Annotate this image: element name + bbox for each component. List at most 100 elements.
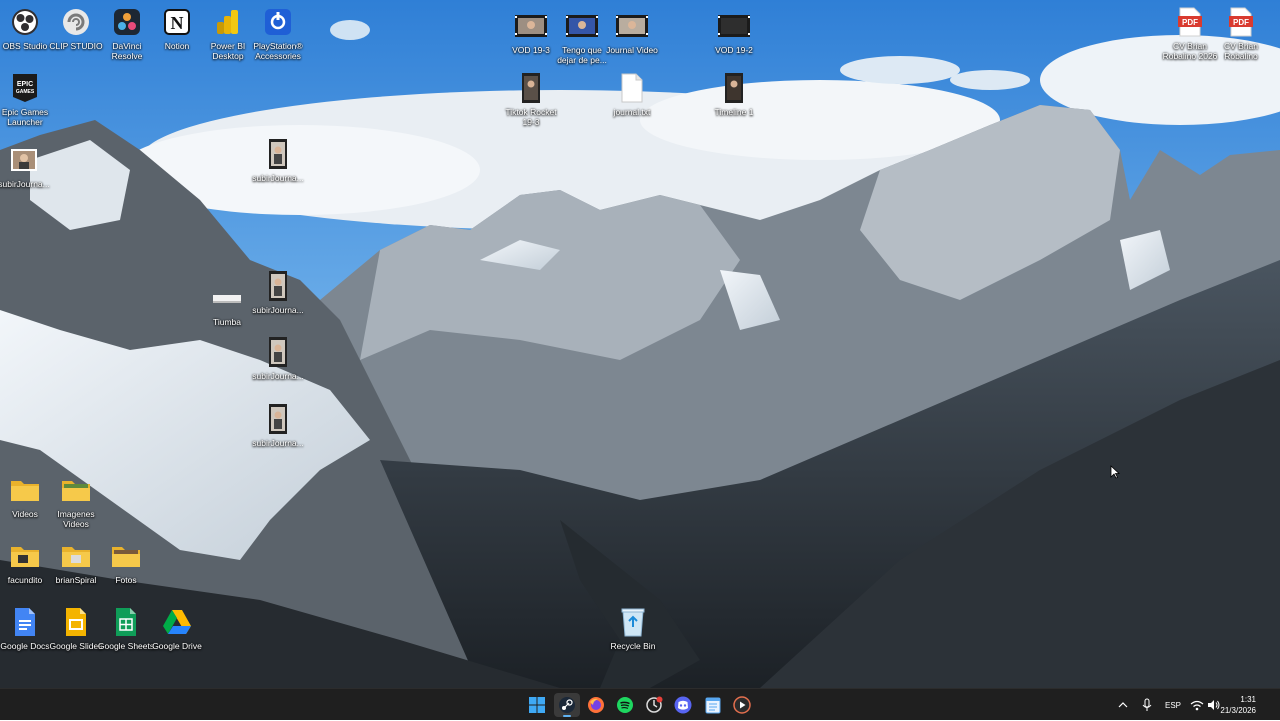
windows-start-icon[interactable] — [524, 693, 550, 717]
davinci-icon — [111, 6, 143, 38]
desktop-icon-label: Tiktok Rocket 19-3 — [505, 107, 557, 127]
desktop-icon-google-docs[interactable]: Google Docs — [0, 606, 51, 651]
system-clock[interactable]: 1:31 21/3/2026 — [1220, 694, 1256, 716]
video-file-icon — [515, 10, 547, 42]
desktop-icon-epic-games[interactable]: EPIC GAMES Epic Games Launcher — [0, 72, 51, 127]
desktop-icon-obs-studio[interactable]: OBS Studio — [0, 6, 51, 51]
firefox-icon[interactable] — [583, 693, 609, 717]
obs-icon — [9, 6, 41, 38]
desktop-icon-label: Fotos — [115, 575, 137, 585]
notion-icon: N — [161, 6, 193, 38]
svg-text:PDF: PDF — [1182, 18, 1198, 27]
video-file-icon — [718, 10, 750, 42]
desktop-icon-label: Epic Games Launcher — [1, 107, 49, 127]
pdf-icon: PDF — [1225, 6, 1257, 38]
svg-text:PDF: PDF — [1233, 18, 1249, 27]
desktop-icon-tiumba[interactable]: Tiumba — [201, 282, 253, 327]
desktop-icon-timeline-1[interactable]: Timeline 1 — [708, 72, 760, 117]
recycle-bin-icon — [617, 606, 649, 638]
desktop-icon-label: VOD 19-2 — [715, 45, 753, 55]
google-docs-icon — [9, 606, 41, 638]
desktop-icon-label: Recycle Bin — [610, 641, 656, 651]
desktop-icon-label: subirJourna... — [252, 305, 304, 315]
clip-studio-icon — [60, 6, 92, 38]
update-app-icon[interactable] — [641, 693, 667, 717]
clock-time: 1:31 — [1240, 695, 1256, 704]
desktop-icon-power-bi[interactable]: Power BI Desktop — [202, 6, 254, 61]
desktop-icon-subirjournal-image[interactable]: subirJourna... — [0, 144, 50, 189]
desktop-icon-videos-folder[interactable]: Videos — [0, 474, 51, 519]
video-file-icon — [566, 10, 598, 42]
desktop-icon-journal-video[interactable]: Journal Video — [606, 10, 658, 55]
image-file-icon — [211, 282, 243, 314]
taskbar: ESP 1:31 21/3/2026 — [0, 688, 1280, 720]
desktop-icon-journal-txt[interactable]: journal.txt — [606, 72, 658, 117]
desktop-icon-notion[interactable]: N Notion — [151, 6, 203, 51]
text-file-icon — [616, 72, 648, 104]
desktop: OBS Studio CLIP STUDIO DaVinci Resolve N… — [0, 0, 1280, 688]
spotify-icon[interactable] — [612, 693, 638, 717]
desktop-icon-label: Google Drive — [152, 641, 202, 651]
desktop-icon-brianspiral-folder[interactable]: brianSpiral — [50, 540, 102, 585]
desktop-icon-vod-19-3[interactable]: VOD 19-3 — [505, 10, 557, 55]
mouse-cursor-icon — [1110, 465, 1120, 479]
microphone-icon[interactable] — [1142, 689, 1152, 721]
google-slides-icon — [60, 606, 92, 638]
wifi-icon[interactable] — [1190, 689, 1204, 721]
video-file-icon — [262, 403, 294, 435]
desktop-icon-tengo-que-dejar[interactable]: Tengo que dejar de pe... — [556, 10, 608, 65]
video-file-icon — [515, 72, 547, 104]
steam-icon[interactable] — [554, 693, 580, 717]
folder-icon — [60, 474, 92, 506]
discord-icon[interactable] — [670, 693, 696, 717]
desktop-icon-label: journal.txt — [613, 107, 651, 117]
desktop-icon-subirjournal-video-2[interactable]: subirJourna... — [252, 270, 304, 315]
desktop-icon-label: PlayStation® Accessories — [253, 41, 303, 61]
desktop-icon-recycle-bin[interactable]: Recycle Bin — [607, 606, 659, 651]
desktop-icon-label: Tiumba — [212, 317, 242, 327]
desktop-icon-cv-brian[interactable]: PDF CV Brian Robalino — [1215, 6, 1267, 61]
show-hidden-icons-chevron-icon[interactable] — [1118, 689, 1128, 721]
desktop-icon-google-drive[interactable]: Google Drive — [151, 606, 203, 651]
desktop-icon-tiktok-rocket[interactable]: Tiktok Rocket 19-3 — [505, 72, 557, 127]
language-indicator[interactable]: ESP — [1165, 689, 1181, 721]
epic-icon: EPIC GAMES — [9, 72, 41, 104]
video-file-icon — [616, 10, 648, 42]
video-file-icon — [262, 336, 294, 368]
notepad-icon[interactable] — [700, 693, 726, 717]
google-drive-icon — [161, 606, 193, 638]
desktop-icon-imagenes-videos-folder[interactable]: Imagenes Videos — [50, 474, 102, 529]
desktop-icon-subirjournal-video-4[interactable]: subirJourna... — [252, 403, 304, 448]
desktop-icon-cv-brian-2026[interactable]: PDF CV Brian Robalino 2026 — [1163, 6, 1217, 61]
svg-text:N: N — [171, 13, 184, 33]
language-label: ESP — [1165, 700, 1182, 710]
clock-date: 21/3/2026 — [1220, 706, 1256, 715]
video-file-icon — [262, 138, 294, 170]
desktop-icon-google-sheets[interactable]: Google Sheets — [98, 606, 154, 651]
video-file-icon — [718, 72, 750, 104]
playstation-icon — [262, 6, 294, 38]
desktop-icon-fotos-folder[interactable]: Fotos — [100, 540, 152, 585]
desktop-icon-label: Imagenes Videos — [57, 509, 95, 529]
desktop-icon-label: subirJourna... — [0, 179, 50, 189]
powerbi-icon — [212, 6, 244, 38]
desktop-icon-vod-19-2[interactable]: VOD 19-2 — [708, 10, 760, 55]
google-sheets-icon — [110, 606, 142, 638]
desktop-icon-clip-studio[interactable]: CLIP STUDIO — [49, 6, 103, 51]
desktop-icon-subirjournal-video-3[interactable]: subirJourna... — [252, 336, 304, 381]
image-file-icon — [8, 144, 40, 176]
desktop-icon-google-slides[interactable]: Google Slides — [50, 606, 102, 651]
desktop-icon-label: subirJourna... — [252, 173, 304, 183]
desktop-icon-subirjournal-video-1[interactable]: subirJourna... — [252, 138, 304, 183]
desktop-icon-playstation-accessories[interactable]: PlayStation® Accessories — [252, 6, 304, 61]
media-player-icon[interactable] — [729, 693, 755, 717]
desktop-icon-label: Journal Video — [606, 45, 658, 55]
volume-icon[interactable] — [1207, 689, 1220, 721]
svg-text:GAMES: GAMES — [16, 89, 35, 95]
desktop-icon-facundito-folder[interactable]: facundito — [0, 540, 51, 585]
svg-text:EPIC: EPIC — [17, 81, 33, 88]
desktop-icon-davinci-resolve[interactable]: DaVinci Resolve — [101, 6, 153, 61]
desktop-icon-label: Timeline 1 — [714, 107, 754, 117]
pdf-icon: PDF — [1174, 6, 1206, 38]
desktop-icon-label: subirJourna... — [252, 371, 304, 381]
